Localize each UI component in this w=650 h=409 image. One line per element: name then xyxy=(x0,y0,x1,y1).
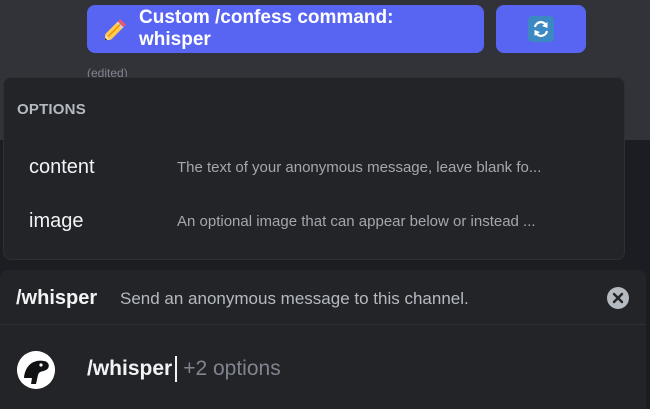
refresh-icon xyxy=(528,16,554,42)
command-header: /whisper Send an anonymous message to th… xyxy=(0,270,646,325)
message-input[interactable]: /whisper +2 options xyxy=(87,356,281,382)
option-row-content[interactable]: content The text of your anonymous messa… xyxy=(4,141,624,193)
option-description: An optional image that can appear below … xyxy=(177,212,536,230)
options-header: OPTIONS xyxy=(17,101,86,118)
text-caret xyxy=(175,356,178,382)
command-name: /whisper xyxy=(16,287,98,309)
message-button-row: Custom /confess command: whisper xyxy=(87,5,586,53)
options-hint: +2 options xyxy=(183,357,281,380)
command-description: Send an anonymous message to this channe… xyxy=(120,289,469,308)
option-name: content xyxy=(29,155,95,178)
option-description: The text of your anonymous message, leav… xyxy=(177,158,542,176)
option-name: image xyxy=(29,209,84,232)
option-row-image[interactable]: image An optional image that can appear … xyxy=(4,195,624,247)
pencil-icon xyxy=(101,14,131,44)
bot-avatar-icon xyxy=(17,351,55,389)
command-bar: /whisper Send an anonymous message to th… xyxy=(0,270,646,409)
typed-command: /whisper xyxy=(87,357,173,380)
custom-confess-command-label: Custom /confess command: whisper xyxy=(139,7,394,50)
custom-confess-command-button[interactable]: Custom /confess command: whisper xyxy=(87,5,484,53)
refresh-button[interactable] xyxy=(496,5,586,53)
close-icon[interactable] xyxy=(607,287,629,309)
options-popup: OPTIONS content The text of your anonymo… xyxy=(3,77,625,260)
